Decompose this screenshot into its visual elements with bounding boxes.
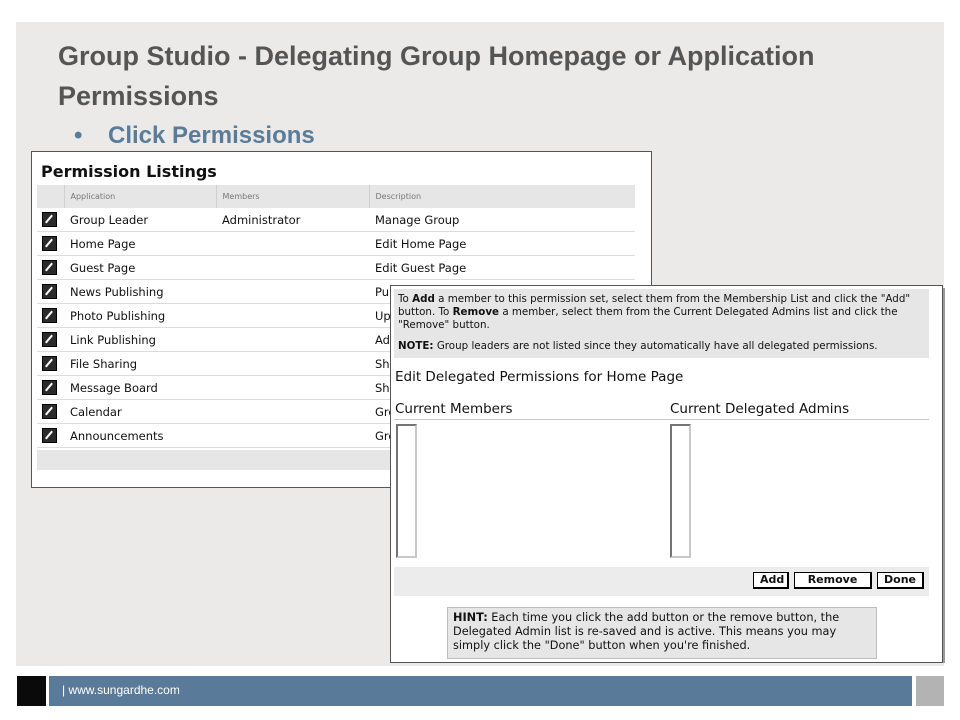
table-row: Group Leader Administrator Manage Group	[37, 208, 635, 232]
edit-permissions-heading: Edit Delegated Permissions for Home Page	[395, 369, 684, 385]
row-application[interactable]: News Publishing	[64, 279, 216, 304]
remove-button[interactable]: Remove	[794, 572, 872, 589]
header-members: Members	[216, 185, 370, 208]
edit-icon[interactable]	[42, 380, 57, 395]
current-members-listbox[interactable]	[396, 424, 417, 558]
edit-icon[interactable]	[42, 308, 57, 323]
header-icon-column	[37, 185, 65, 208]
note-text: NOTE: Group leaders are not listed since…	[398, 340, 878, 352]
hint-box: HINT: Each time you click the add button…	[447, 607, 877, 659]
header-application: Application	[64, 185, 217, 208]
current-admins-label: Current Delegated Admins	[670, 401, 850, 417]
row-application[interactable]: Guest Page	[64, 255, 216, 280]
edit-icon[interactable]	[42, 236, 57, 251]
edit-icon[interactable]	[42, 356, 57, 371]
row-members	[216, 303, 369, 328]
row-application[interactable]: Announcements	[64, 423, 216, 448]
edit-icon[interactable]	[42, 332, 57, 347]
bullet-dot: •	[74, 122, 83, 149]
row-members	[216, 231, 369, 256]
edit-icon[interactable]	[42, 428, 57, 443]
row-members	[216, 279, 369, 304]
row-description: Edit Guest Page	[369, 255, 635, 280]
add-button[interactable]: Add	[753, 572, 789, 589]
section-divider	[394, 419, 929, 420]
row-application[interactable]: Group Leader	[64, 208, 216, 232]
current-admins-listbox[interactable]	[670, 424, 691, 558]
table-row: Home Page Edit Home Page	[37, 231, 635, 256]
row-members	[216, 351, 369, 376]
header-description: Description	[369, 185, 635, 208]
edit-icon[interactable]	[42, 284, 57, 299]
footer-grey-block	[916, 676, 944, 706]
permission-listings-title: Permission Listings	[41, 162, 217, 181]
row-application[interactable]: Calendar	[64, 399, 216, 424]
slide-title: Group Studio - Delegating Group Homepage…	[58, 41, 815, 111]
footer-url[interactable]: | www.sungardhe.com	[62, 683, 180, 697]
done-button[interactable]: Done	[877, 572, 924, 589]
row-members	[216, 327, 369, 352]
edit-icon[interactable]	[42, 260, 57, 275]
row-application[interactable]: Photo Publishing	[64, 303, 216, 328]
row-application[interactable]: Message Board	[64, 375, 216, 400]
row-application[interactable]: File Sharing	[64, 351, 216, 376]
row-application[interactable]: Link Publishing	[64, 327, 216, 352]
row-description: Manage Group	[369, 208, 635, 232]
table-row: Guest Page Edit Guest Page	[37, 255, 635, 280]
panel-edge	[943, 288, 945, 663]
row-members	[216, 423, 369, 448]
instructions-text: To Add a member to this permission set, …	[398, 293, 911, 331]
permission-table-header: Application Members Description	[37, 185, 635, 208]
row-application[interactable]: Home Page	[64, 231, 216, 256]
row-members	[216, 399, 369, 424]
instructions-box: To Add a member to this permission set, …	[394, 289, 929, 358]
edit-icon[interactable]	[42, 404, 57, 419]
slide-bullet: • Click Permissions	[74, 121, 315, 151]
edit-delegated-permissions-panel: To Add a member to this permission set, …	[390, 285, 945, 663]
row-members: Administrator	[216, 208, 369, 232]
footer-black-block	[17, 676, 46, 706]
current-members-label: Current Members	[395, 401, 513, 417]
row-description: Edit Home Page	[369, 231, 635, 256]
bullet-text: Click Permissions	[108, 122, 315, 149]
edit-icon[interactable]	[42, 212, 57, 227]
row-members	[216, 375, 369, 400]
row-members	[216, 255, 369, 280]
